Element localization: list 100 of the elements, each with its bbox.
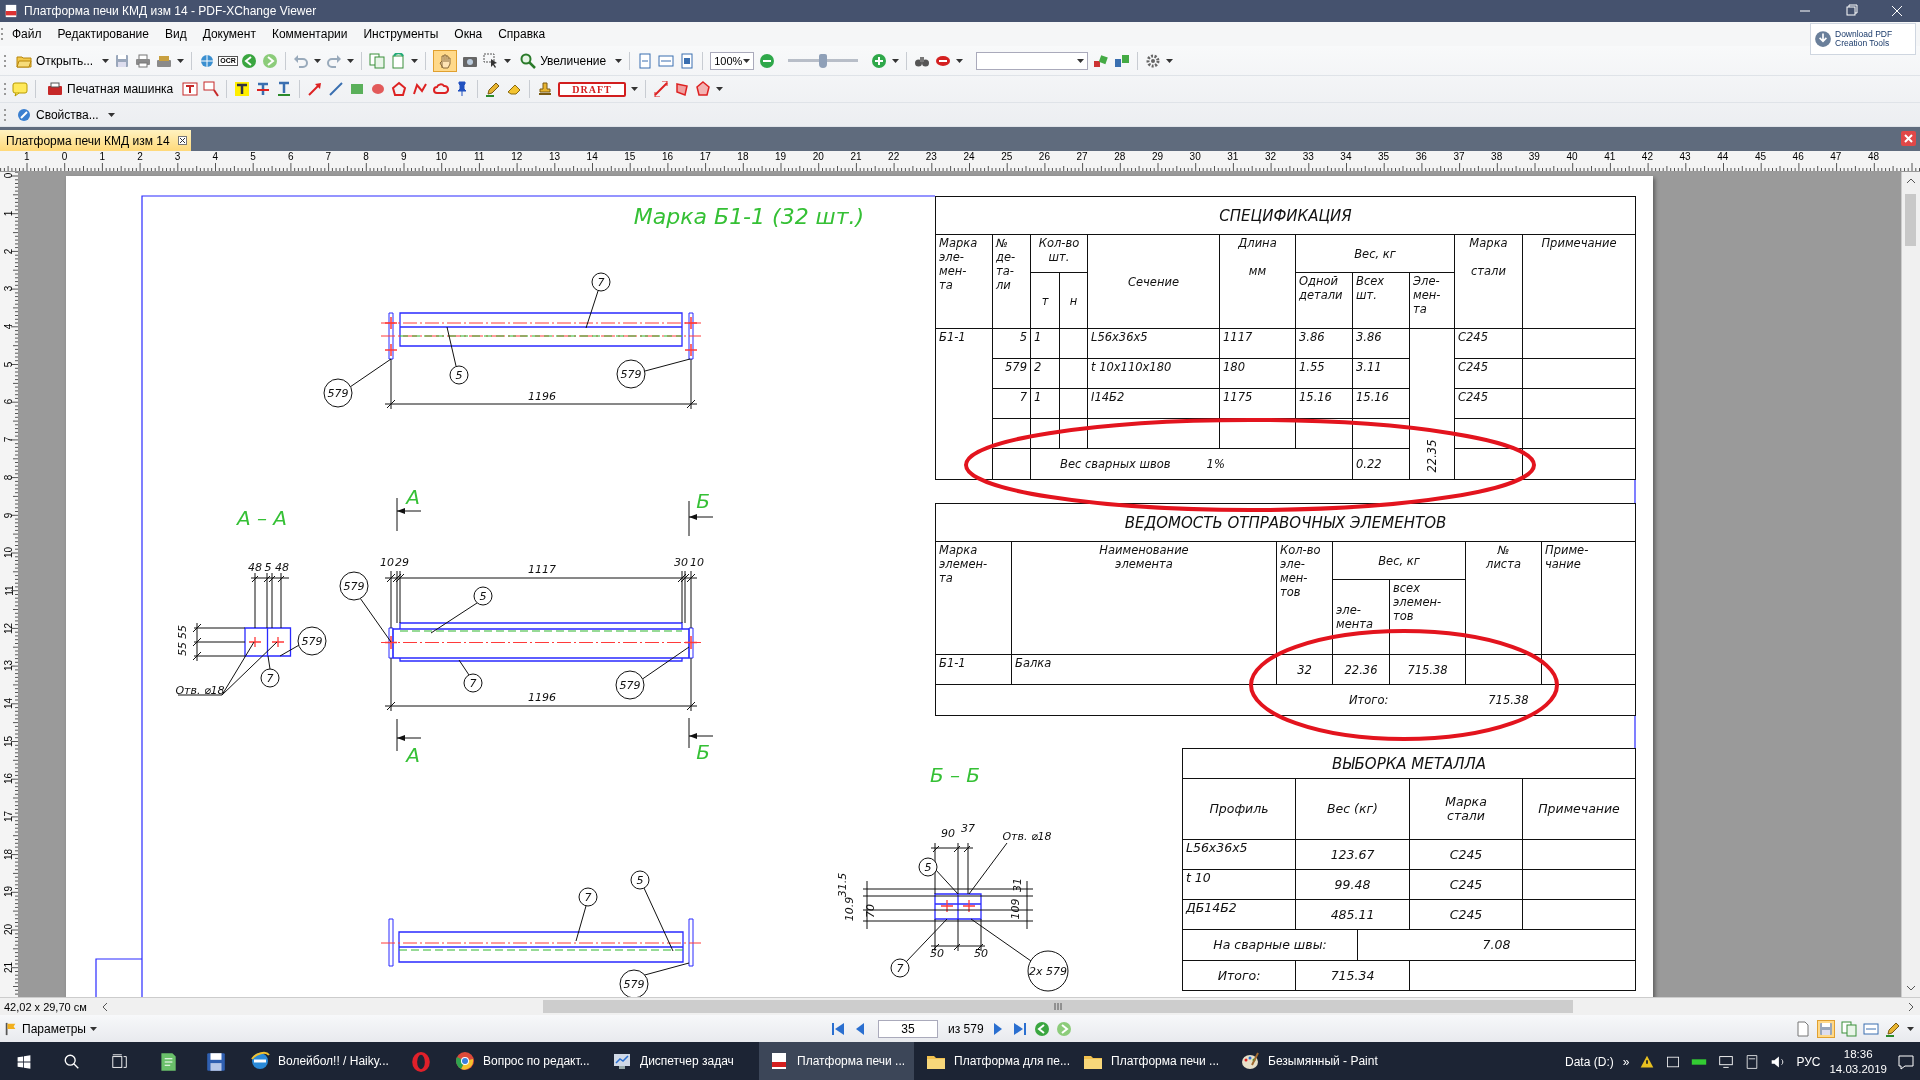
- toolbar-grip-icon[interactable]: [0, 26, 4, 42]
- globe-icon[interactable]: [199, 52, 216, 69]
- line-icon[interactable]: [328, 81, 345, 97]
- toolbar-grip-icon[interactable]: [3, 52, 7, 69]
- caret-icon[interactable]: [177, 58, 185, 63]
- properties-button[interactable]: Свойства...: [12, 103, 103, 126]
- toolbar-grip-icon[interactable]: [3, 81, 7, 97]
- taskbar-button[interactable]: Безымянный - Paint: [1230, 1042, 1385, 1080]
- slider-thumb[interactable]: [819, 53, 828, 68]
- start-button[interactable]: [16, 1054, 32, 1070]
- ellipse-icon[interactable]: [370, 81, 387, 97]
- menu-item[interactable]: Комментарии: [263, 24, 356, 44]
- save-icon[interactable]: [205, 1051, 227, 1073]
- caret-icon[interactable]: [1907, 1026, 1914, 1031]
- overflow-button[interactable]: »: [1622, 1055, 1630, 1069]
- page-number-field[interactable]: 35: [878, 1019, 938, 1038]
- caret-icon[interactable]: [89, 1026, 97, 1031]
- single-page-icon[interactable]: [1795, 1020, 1811, 1037]
- back-icon[interactable]: [241, 52, 258, 69]
- taskbar-button[interactable]: Платформа печи ...: [759, 1042, 914, 1080]
- browser-icon[interactable]: [410, 1051, 432, 1073]
- cloud-icon[interactable]: [433, 81, 450, 97]
- close-icon[interactable]: [177, 136, 187, 145]
- caret-icon[interactable]: [956, 58, 964, 63]
- clock[interactable]: 18:36 14.03.2019: [1829, 1047, 1887, 1077]
- scrollbar-thumb[interactable]: [543, 1000, 1573, 1013]
- caret-icon[interactable]: [107, 112, 115, 117]
- caret-icon[interactable]: [615, 58, 623, 63]
- menu-item[interactable]: Окна: [446, 24, 491, 44]
- callout-icon[interactable]: [203, 81, 220, 97]
- menu-item[interactable]: Документ: [194, 24, 264, 44]
- rectangle-icon[interactable]: [349, 81, 366, 97]
- zoom-out-icon[interactable]: [759, 52, 776, 69]
- highlight-text-icon[interactable]: [234, 81, 251, 97]
- taskbar-button[interactable]: Платформа для пе...: [916, 1042, 1071, 1080]
- polygon-icon[interactable]: [391, 81, 408, 97]
- taskbar-button[interactable]: Платформа печи ...: [1073, 1042, 1228, 1080]
- download-button[interactable]: Download PDF Creation Tools: [1810, 23, 1916, 55]
- typewriter-button[interactable]: Печатная машинка: [43, 78, 178, 100]
- task-view-icon[interactable]: [111, 1053, 129, 1071]
- column-header: № листа: [1486, 543, 1521, 571]
- edit-icon[interactable]: [1885, 1020, 1901, 1037]
- options-button[interactable]: Параметры: [4, 1021, 97, 1036]
- search-icon[interactable]: [63, 1053, 81, 1071]
- open-button[interactable]: Открыть...: [12, 49, 98, 72]
- facing-pages-icon[interactable]: [1841, 1020, 1857, 1037]
- caret-icon[interactable]: [102, 58, 110, 63]
- zoom-tool-button[interactable]: Увеличение: [516, 49, 611, 72]
- strikeout-icon[interactable]: [255, 81, 272, 97]
- window-icon[interactable]: [1665, 1054, 1682, 1070]
- menu-item[interactable]: Редактирование: [49, 24, 157, 44]
- caret-icon[interactable]: [630, 87, 638, 91]
- pages-icon[interactable]: [369, 52, 386, 69]
- vertical-scrollbar[interactable]: [1901, 172, 1920, 997]
- view-mode-button[interactable]: [1817, 1019, 1835, 1038]
- caret-icon[interactable]: [743, 58, 751, 63]
- caret-icon[interactable]: [314, 58, 322, 63]
- caret-icon[interactable]: [347, 58, 355, 63]
- menu-item[interactable]: Вид: [156, 24, 195, 44]
- ruler-number: 47: [1829, 151, 1843, 164]
- document-tab[interactable]: Платформа печи КМД изм 14: [0, 130, 191, 151]
- last-page-icon[interactable]: [1011, 1020, 1028, 1037]
- menu-item[interactable]: Файл: [4, 24, 50, 44]
- gear-icon[interactable]: [1145, 52, 1162, 69]
- caret-icon[interactable]: [411, 58, 419, 63]
- actual-size-icon[interactable]: [679, 52, 696, 69]
- caret-icon[interactable]: [1077, 58, 1085, 63]
- column-header: Марка стали: [1445, 794, 1487, 823]
- arrow-icon[interactable]: [307, 81, 324, 97]
- language-indicator[interactable]: РУС: [1796, 1055, 1821, 1069]
- text-box-icon[interactable]: [182, 81, 199, 97]
- measure-icon[interactable]: [652, 81, 669, 97]
- magnifier-icon: [520, 52, 537, 69]
- toolbar-grip-icon[interactable]: [3, 106, 7, 123]
- stamp-button[interactable]: DRAFT: [558, 81, 626, 97]
- caret-icon[interactable]: [892, 58, 900, 63]
- network-icon[interactable]: [1717, 1053, 1736, 1071]
- print-icon[interactable]: [135, 52, 152, 69]
- caret-icon[interactable]: [715, 87, 723, 91]
- notification-icon[interactable]: [1896, 1052, 1916, 1072]
- taskbar-button[interactable]: Диспетчер задач: [602, 1042, 757, 1080]
- close-document-icon[interactable]: [1901, 131, 1916, 146]
- hand-tool-button[interactable]: [433, 49, 458, 72]
- caret-icon[interactable]: [1166, 58, 1174, 63]
- stamp-icon[interactable]: [537, 81, 554, 97]
- caret-icon[interactable]: [504, 58, 512, 63]
- scrollbar-thumb[interactable]: [1905, 194, 1916, 246]
- toolbar-label[interactable]: Data (D:): [1565, 1055, 1614, 1069]
- polygon-icon[interactable]: [412, 81, 429, 97]
- taskbar-button[interactable]: Волейбол!! / Haiky...: [240, 1042, 395, 1080]
- area-icon[interactable]: [673, 81, 690, 97]
- first-page-icon[interactable]: [830, 1020, 846, 1037]
- taskbar-button[interactable]: Вопрос по редакт...: [445, 1042, 600, 1080]
- menu-item[interactable]: Справка: [490, 24, 554, 44]
- back-icon[interactable]: [1033, 1020, 1050, 1037]
- zoom-combo[interactable]: 100%: [710, 51, 755, 70]
- pencil-icon[interactable]: [485, 81, 502, 97]
- menu-item[interactable]: Инструменты: [355, 24, 447, 44]
- underline-icon[interactable]: [276, 81, 293, 97]
- perimeter-icon[interactable]: [694, 81, 711, 97]
